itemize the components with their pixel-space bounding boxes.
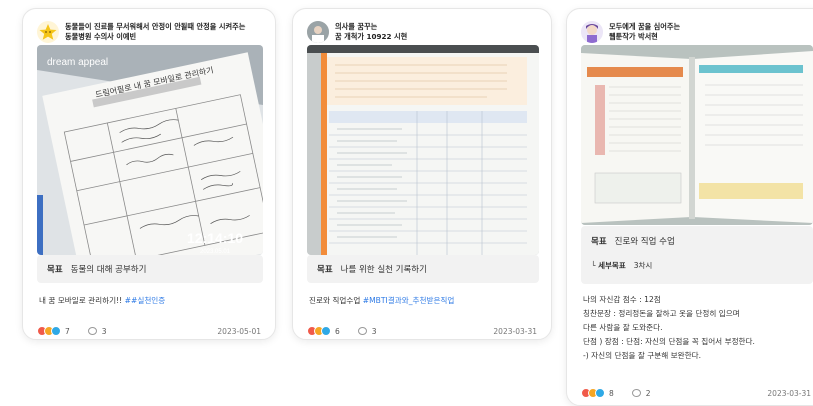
body-line: 다른 사람을 잘 도와준다. [583, 323, 663, 332]
post-title: 의사를 꿈꾸는 꿈 개척가 10922 시현 [335, 22, 408, 41]
body-line: 나의 자신감 점수 : 12점 [583, 295, 661, 304]
sub-goal-row: └ 세부목표 3차시 [591, 256, 803, 274]
photo-timestamp: 12:14:10 [187, 230, 243, 246]
reaction-count: 6 [335, 326, 340, 336]
reaction-count: 8 [609, 388, 614, 398]
goal-value: 동물의 대해 공부하기 [70, 265, 147, 275]
post-photo[interactable] [581, 45, 813, 225]
card-footer: 6 3 2023-03-31 [307, 323, 537, 339]
post-title: 동물들이 진료를 무서워해서 안정이 안될때 안정을 시켜주는 동물병원 수의사… [65, 22, 246, 41]
goal-label: 목표 [47, 265, 63, 275]
post-body: 진로와 직업수업 #MBTI결과와_추천받은직업 [309, 294, 454, 308]
avatar [581, 21, 603, 43]
card-header: 의사를 꿈꾸는 꿈 개척가 10922 시현 [307, 17, 541, 47]
body-text: 진로와 직업수업 [309, 296, 363, 305]
comment-count: 3 [101, 326, 107, 336]
character-icon [581, 21, 603, 43]
comments[interactable]: 2 [631, 388, 651, 398]
body-line: -) 자신의 단점을 잘 구분해 보완한다. [583, 351, 701, 360]
card-footer: 8 2 2023-03-31 [581, 385, 811, 401]
post-card[interactable]: 의사를 꿈꾸는 꿈 개척가 10922 시현 목표 나를 위한 실천 기록하기 … [292, 8, 552, 340]
photo-brand: dream appeal [47, 57, 108, 68]
post-card[interactable]: 모두에게 꿈을 심어주는 웹툰작가 박서현 목표 진로와 직업 수업 └ 세부목… [566, 8, 813, 406]
hashtag-link[interactable]: #MBTI결과와_추천받은직업 [363, 296, 455, 305]
comments[interactable]: 3 [357, 326, 377, 336]
body-line: 단점 ) 장점 : 단점: 자신의 단점을 꼭 집어서 부정한다. [583, 337, 755, 346]
hashtag-link[interactable]: ##실천인증 [125, 296, 166, 305]
comment-icon [87, 327, 97, 335]
star-icon [39, 24, 57, 40]
goal-box: 목표 진로와 직업 수업 └ 세부목표 3차시 [581, 226, 813, 284]
post-date: 2023-03-31 [767, 388, 811, 398]
reaction-icon [595, 388, 605, 398]
reactions[interactable]: 7 [37, 326, 70, 336]
goal-box: 목표 나를 위한 실천 기록하기 [307, 255, 539, 283]
post-title: 모두에게 꿈을 심어주는 웹툰작가 박서현 [609, 22, 681, 41]
post-date: 2023-03-31 [493, 326, 537, 336]
avatar [37, 21, 59, 43]
post-body: 내 꿈 모바일로 관리하기!! ##실천인증 [39, 294, 165, 308]
reactions[interactable]: 6 [307, 326, 340, 336]
reaction-count: 7 [65, 326, 70, 336]
sub-goal-label: └ 세부목표 [591, 260, 626, 270]
comments[interactable]: 3 [87, 326, 107, 336]
goal-label: 목표 [591, 237, 607, 247]
sub-goal-value: 3차시 [633, 260, 653, 270]
card-header: 모두에게 꿈을 심어주는 웹툰작가 박서현 [581, 17, 813, 47]
card-footer: 7 3 2023-05-01 [37, 323, 261, 339]
profile-photo-icon [307, 21, 329, 43]
goal-box: 목표 동물의 대해 공부하기 [37, 255, 263, 283]
body-line: 칭찬문장 : 정리정돈을 잘하고 옷을 단정히 입으며 [583, 309, 740, 318]
post-card[interactable]: 동물들이 진료를 무서워해서 안정이 안될때 안정을 시켜주는 동물병원 수의사… [22, 8, 276, 340]
comment-count: 3 [371, 326, 377, 336]
comment-icon [357, 327, 367, 335]
body-text: 내 꿈 모바일로 관리하기!! [39, 296, 125, 305]
goal-value: 진로와 직업 수업 [614, 237, 675, 247]
reactions[interactable]: 8 [581, 388, 614, 398]
comment-count: 2 [645, 388, 651, 398]
avatar [307, 21, 329, 43]
reaction-icon [321, 326, 331, 336]
post-body: 나의 자신감 점수 : 12점 칭찬문장 : 정리정돈을 잘하고 옷을 단정히 … [583, 293, 755, 363]
goal-label: 목표 [317, 265, 333, 275]
post-photo[interactable]: 12:14:10 2023.05.01 dream appeal 드림어필로 내… [37, 45, 263, 255]
card-header: 동물들이 진료를 무서워해서 안정이 안될때 안정을 시켜주는 동물병원 수의사… [37, 17, 265, 47]
reaction-icon [51, 326, 61, 336]
post-date: 2023-05-01 [217, 326, 261, 336]
goal-value: 나를 위한 실천 기록하기 [340, 265, 427, 275]
post-photo[interactable] [307, 45, 539, 255]
comment-icon [631, 389, 641, 397]
